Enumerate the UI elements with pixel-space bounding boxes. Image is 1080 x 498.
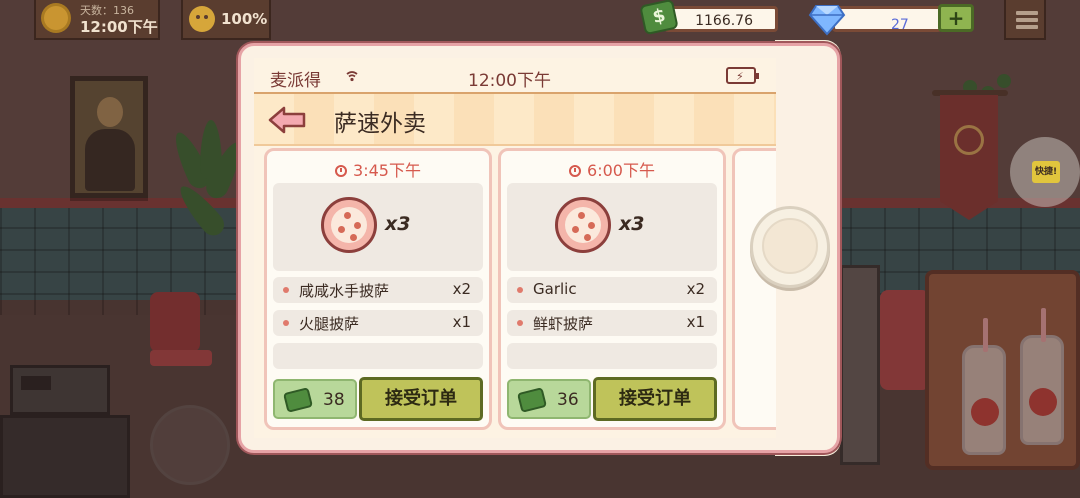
order-time-text: 6:00下午 xyxy=(587,161,655,180)
item-qty: x1 xyxy=(686,313,705,331)
order-item: Garlic x2 xyxy=(507,277,717,303)
status-time: 12:00下午 xyxy=(468,71,551,91)
quick-button[interactable]: 快捷! xyxy=(1010,137,1080,207)
buy-gems-button[interactable]: + xyxy=(938,4,974,32)
price-value: 36 xyxy=(557,390,579,410)
item-name: Garlic xyxy=(533,280,577,298)
empty-item-row xyxy=(507,343,717,369)
item-qty: x1 xyxy=(452,313,471,331)
pizza-icon xyxy=(321,197,377,253)
order-item: 鲜虾披萨 x1 xyxy=(507,310,717,336)
quick-badge: 快捷! xyxy=(1032,161,1060,183)
sun-icon xyxy=(44,6,68,30)
cash-icon xyxy=(282,387,314,413)
battery-icon: ⚡ xyxy=(726,67,759,84)
app-header: 萨速外卖 xyxy=(254,94,776,146)
smile-icon xyxy=(189,6,215,32)
pizza-icon xyxy=(555,197,611,253)
item-name: 咸咸水手披萨 xyxy=(299,282,390,300)
gems-value: 27 xyxy=(891,17,909,33)
pizza-count: x3 xyxy=(385,213,411,235)
order-card-partial xyxy=(732,148,776,430)
accept-order-button[interactable]: 接受订单 xyxy=(593,377,717,421)
order-price: 36 xyxy=(507,379,591,419)
pizza-preview: x3 xyxy=(507,183,717,271)
clock-icon xyxy=(335,165,348,177)
diamond-icon xyxy=(808,5,846,36)
wifi-icon xyxy=(346,71,358,82)
order-time: 6:00下午 xyxy=(501,157,723,181)
status-bar: 麦派得 12:00下午 ⚡ xyxy=(254,58,776,94)
pizza-count: x3 xyxy=(619,213,645,235)
clock-icon xyxy=(569,165,582,177)
phone-screen: 麦派得 12:00下午 ⚡ 萨速外卖 3:45下午 x3 咸咸水手披萨 x2 火… xyxy=(254,58,776,438)
item-name: 鲜虾披萨 xyxy=(533,315,594,333)
cash-icon xyxy=(516,387,548,413)
empty-item-row xyxy=(273,343,483,369)
item-name: 火腿披萨 xyxy=(299,315,360,333)
menu-button[interactable] xyxy=(1004,0,1046,40)
order-time: 3:45下午 xyxy=(267,157,489,181)
money-panel: 1166.76 xyxy=(639,0,780,36)
app-title: 萨速外卖 xyxy=(334,111,426,137)
order-list[interactable]: 3:45下午 x3 咸咸水手披萨 x2 火腿披萨 x1 38 接受订单 6:00… xyxy=(254,148,776,438)
price-value: 38 xyxy=(323,390,345,410)
back-arrow-icon[interactable] xyxy=(268,106,306,134)
order-item: 咸咸水手披萨 x2 xyxy=(273,277,483,303)
day-time-panel: 天数：136 12:00下午 xyxy=(34,0,160,40)
item-qty: x2 xyxy=(686,280,705,298)
phone-home-button[interactable] xyxy=(750,206,830,288)
carrier-name: 麦派得 xyxy=(270,71,321,91)
order-card: 6:00下午 x3 Garlic x2 鲜虾披萨 x1 36 接受订单 xyxy=(498,148,726,430)
order-card: 3:45下午 x3 咸咸水手披萨 x2 火腿披萨 x1 38 接受订单 xyxy=(264,148,492,430)
order-time-text: 3:45下午 xyxy=(353,161,421,180)
pizza-preview: x3 xyxy=(273,183,483,271)
game-clock: 12:00下午 xyxy=(80,18,158,36)
order-price: 38 xyxy=(273,379,357,419)
money-value: 1166.76 xyxy=(695,13,753,29)
item-qty: x2 xyxy=(452,280,471,298)
satisfaction-panel[interactable]: 100% xyxy=(181,0,271,40)
satisfaction-value: 100% xyxy=(221,10,268,28)
accept-order-button[interactable]: 接受订单 xyxy=(359,377,483,421)
order-item: 火腿披萨 x1 xyxy=(273,310,483,336)
